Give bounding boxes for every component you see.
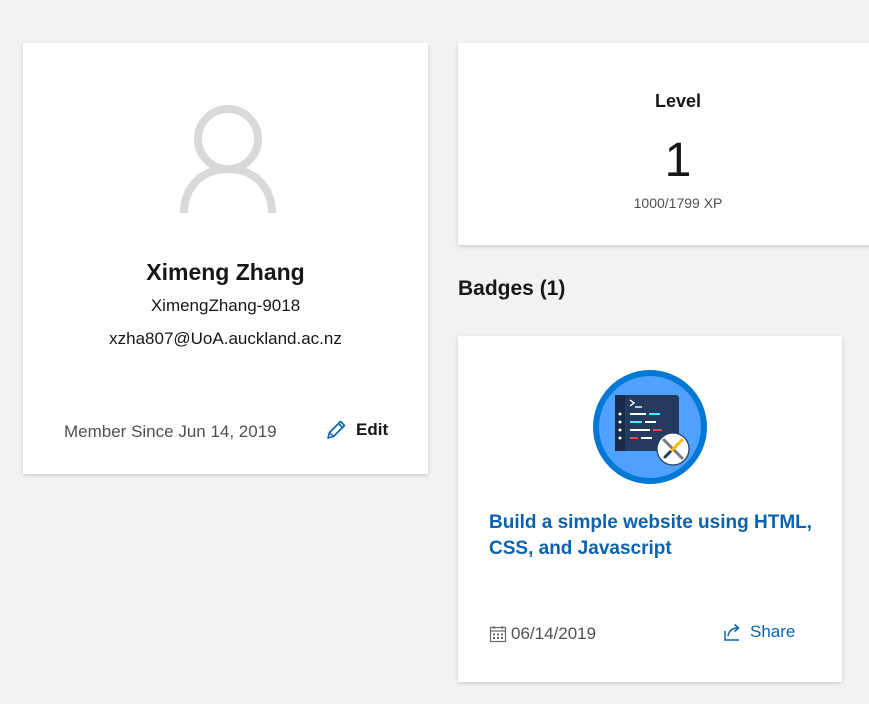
share-label: Share xyxy=(750,622,796,641)
badges-heading: Badges (1) xyxy=(458,277,566,300)
level-xp: 1000/1799 XP xyxy=(633,195,723,211)
badge-date-text: 06/14/2019 xyxy=(511,624,597,643)
avatar-icon xyxy=(180,105,276,214)
profile-email: xzha807@UoA.auckland.ac.nz xyxy=(109,329,342,348)
level-value: 1 xyxy=(664,134,692,187)
profile-card: Ximeng Zhang XimengZhang-9018 xzha807@Uo… xyxy=(23,43,428,474)
pencil-icon xyxy=(327,420,346,439)
edit-profile-button[interactable]: Edit xyxy=(325,419,388,441)
profile-name: Ximeng Zhang xyxy=(146,259,305,285)
code-editor-tools-badge-icon xyxy=(593,370,707,484)
share-icon xyxy=(724,623,740,641)
badge-card: Build a simple website using HTML, CSS, … xyxy=(458,336,842,682)
level-card: Level 1 1000/1799 XP xyxy=(458,43,869,245)
edit-label: Edit xyxy=(356,420,389,439)
profile-username: XimengZhang-9018 xyxy=(150,296,301,315)
calendar-icon xyxy=(489,626,507,643)
member-since-text: Member Since Jun 14, 2019 xyxy=(64,422,277,441)
level-title: Level xyxy=(654,91,702,111)
badge-date: 06/14/2019 xyxy=(489,624,596,644)
share-button[interactable]: Share xyxy=(722,622,795,642)
badge-title-link[interactable]: Build a simple website using HTML, CSS, … xyxy=(489,510,819,562)
